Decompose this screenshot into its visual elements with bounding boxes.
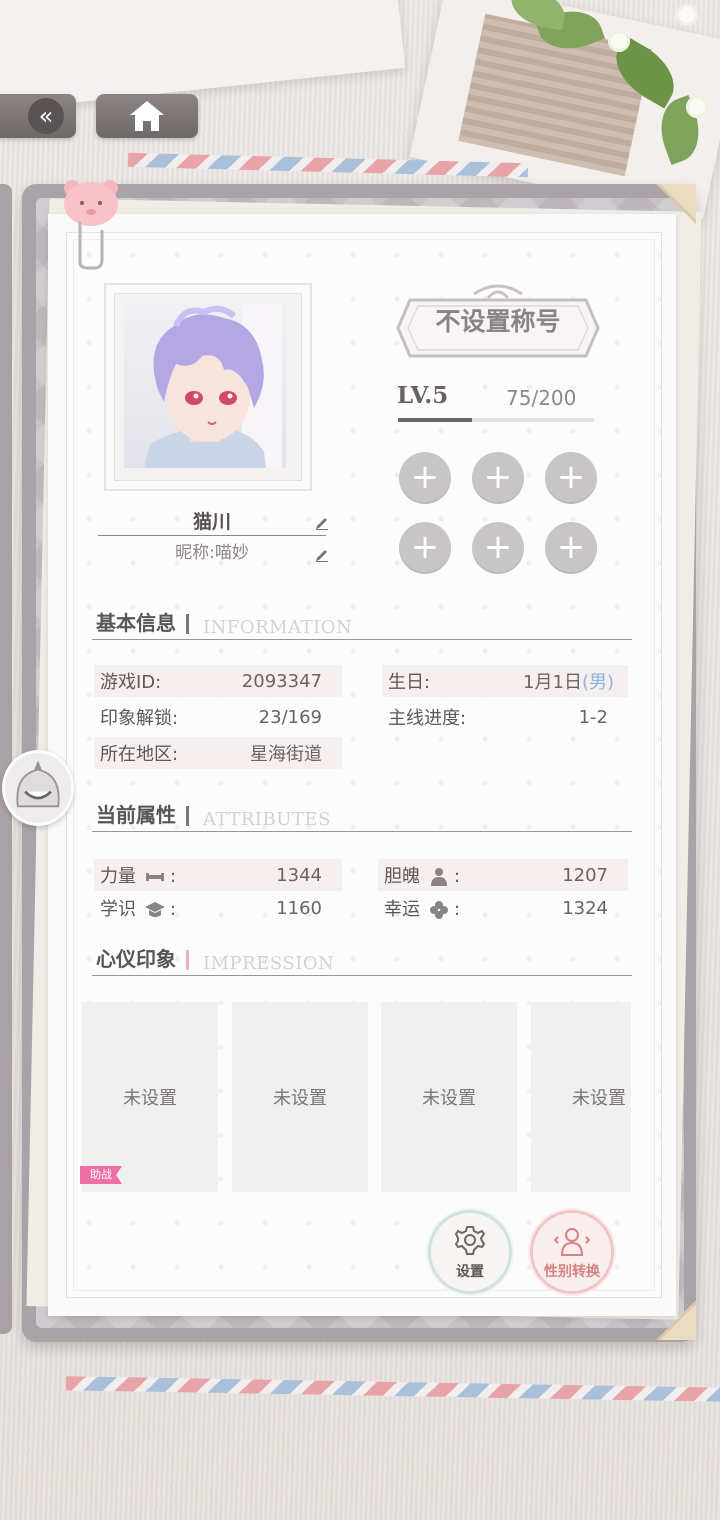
badge-slot[interactable]: + — [472, 522, 524, 574]
experience-bar-fill — [398, 418, 472, 422]
game-id-value: 2093347 — [241, 670, 322, 692]
colon: : — [454, 866, 461, 887]
edit-name-icon[interactable] — [314, 514, 330, 530]
luck-value: 1324 — [562, 897, 608, 919]
corner-clip-icon — [656, 1300, 696, 1340]
progress-row: 主线进度: 1-2 — [382, 701, 628, 733]
badge-slot[interactable]: + — [545, 522, 597, 574]
section-title: 当前属性 — [96, 803, 176, 827]
strength-label: 力量 — [100, 866, 136, 887]
settings-button[interactable]: 设置 — [428, 1210, 512, 1294]
ghost-mascot-icon — [16, 760, 60, 808]
gender-switch-button[interactable]: 性别转换 — [530, 1210, 614, 1294]
player-nickname: 昵称:喵妙 — [175, 543, 249, 563]
player-name: 猫川 — [98, 508, 326, 536]
side-tab-button[interactable] — [2, 750, 74, 826]
impression-card[interactable]: 未设置 — [82, 1002, 218, 1192]
knowledge-value: 1160 — [276, 897, 322, 919]
badge-slot[interactable]: + — [545, 452, 597, 504]
home-icon — [130, 101, 164, 131]
gender-switch-icon — [554, 1228, 590, 1256]
airmail-strip — [65, 1376, 720, 1402]
clover-icon — [430, 901, 448, 919]
game-id-row: 游戏ID: 2093347 — [94, 665, 342, 697]
section-divider — [186, 806, 189, 826]
knowledge-row: 学识: 1160 — [94, 892, 342, 924]
unlock-value: 23/169 — [258, 706, 322, 728]
progress-label: 主线进度: — [388, 708, 467, 729]
luck-label: 幸运 — [384, 899, 420, 920]
section-header-attributes: 当前属性 ATTRIBUTES — [92, 802, 632, 832]
badge-slot[interactable]: + — [472, 452, 524, 504]
experience-bar — [398, 418, 594, 422]
section-title: 心仪印象 — [96, 947, 176, 971]
birthday-value: 1月1日 — [523, 672, 582, 693]
avatar[interactable] — [124, 304, 286, 468]
section-subtitle: INFORMATION — [203, 617, 353, 638]
gender-value: (男) — [581, 672, 614, 693]
region-row: 所在地区: 星海街道 — [94, 737, 342, 769]
dumbbell-icon — [146, 873, 164, 881]
section-subtitle: IMPRESSION — [203, 953, 335, 974]
person-icon — [431, 868, 447, 886]
progress-value: 1-2 — [578, 706, 608, 728]
flower-decoration — [608, 30, 630, 52]
section-divider — [186, 614, 189, 634]
player-level: LV.5 — [397, 382, 449, 409]
courage-label: 胆魄 — [384, 866, 420, 887]
graduation-cap-icon — [145, 902, 165, 917]
birthday-label: 生日: — [388, 672, 431, 693]
section-header-information: 基本信息 INFORMATION — [92, 610, 632, 640]
back-button[interactable]: « — [0, 94, 76, 138]
knowledge-label: 学识 — [100, 899, 136, 920]
unlock-row: 印象解锁: 23/169 — [94, 701, 342, 733]
impression-card[interactable]: 未设置 — [232, 1002, 368, 1192]
flower-decoration — [686, 96, 708, 118]
section-divider — [186, 950, 189, 970]
luck-row: 幸运: 1324 — [378, 892, 628, 924]
colon: : — [170, 866, 177, 887]
gender-switch-label: 性别转换 — [544, 1264, 600, 1280]
settings-label: 设置 — [456, 1264, 484, 1280]
bear-clip-icon — [64, 180, 118, 270]
colon: : — [454, 899, 461, 920]
strength-row: 力量: 1344 — [94, 859, 342, 891]
character-portrait — [144, 304, 282, 468]
birthday-row: 生日: 1月1日(男) — [382, 665, 628, 697]
badge-slot[interactable]: + — [399, 452, 451, 504]
section-title: 基本信息 — [96, 611, 176, 635]
region-label: 所在地区: — [100, 744, 179, 765]
badge-slot[interactable]: + — [399, 522, 451, 574]
experience-value: 75/200 — [506, 386, 577, 410]
double-chevron-left-icon: « — [28, 98, 64, 134]
corner-clip-icon — [656, 184, 696, 224]
title-label[interactable]: 不设置称号 — [396, 300, 600, 344]
courage-row: 胆魄: 1207 — [378, 859, 628, 891]
edit-nickname-icon[interactable] — [314, 546, 330, 562]
strength-value: 1344 — [276, 864, 322, 886]
colon: : — [170, 899, 177, 920]
courage-value: 1207 — [562, 864, 608, 886]
assist-tag: 助战 — [80, 1166, 122, 1184]
impression-card[interactable]: 未设置 — [381, 1002, 517, 1192]
home-button[interactable] — [96, 94, 198, 138]
gear-icon — [454, 1226, 486, 1255]
section-subtitle: ATTRIBUTES — [203, 809, 331, 830]
impression-card[interactable]: 未设置 — [531, 1002, 631, 1192]
section-header-impression: 心仪印象 IMPRESSION — [92, 946, 632, 976]
unlock-label: 印象解锁: — [100, 708, 179, 729]
flower-decoration — [676, 4, 698, 26]
region-value: 星海街道 — [250, 744, 322, 765]
game-id-label: 游戏ID: — [100, 672, 162, 693]
